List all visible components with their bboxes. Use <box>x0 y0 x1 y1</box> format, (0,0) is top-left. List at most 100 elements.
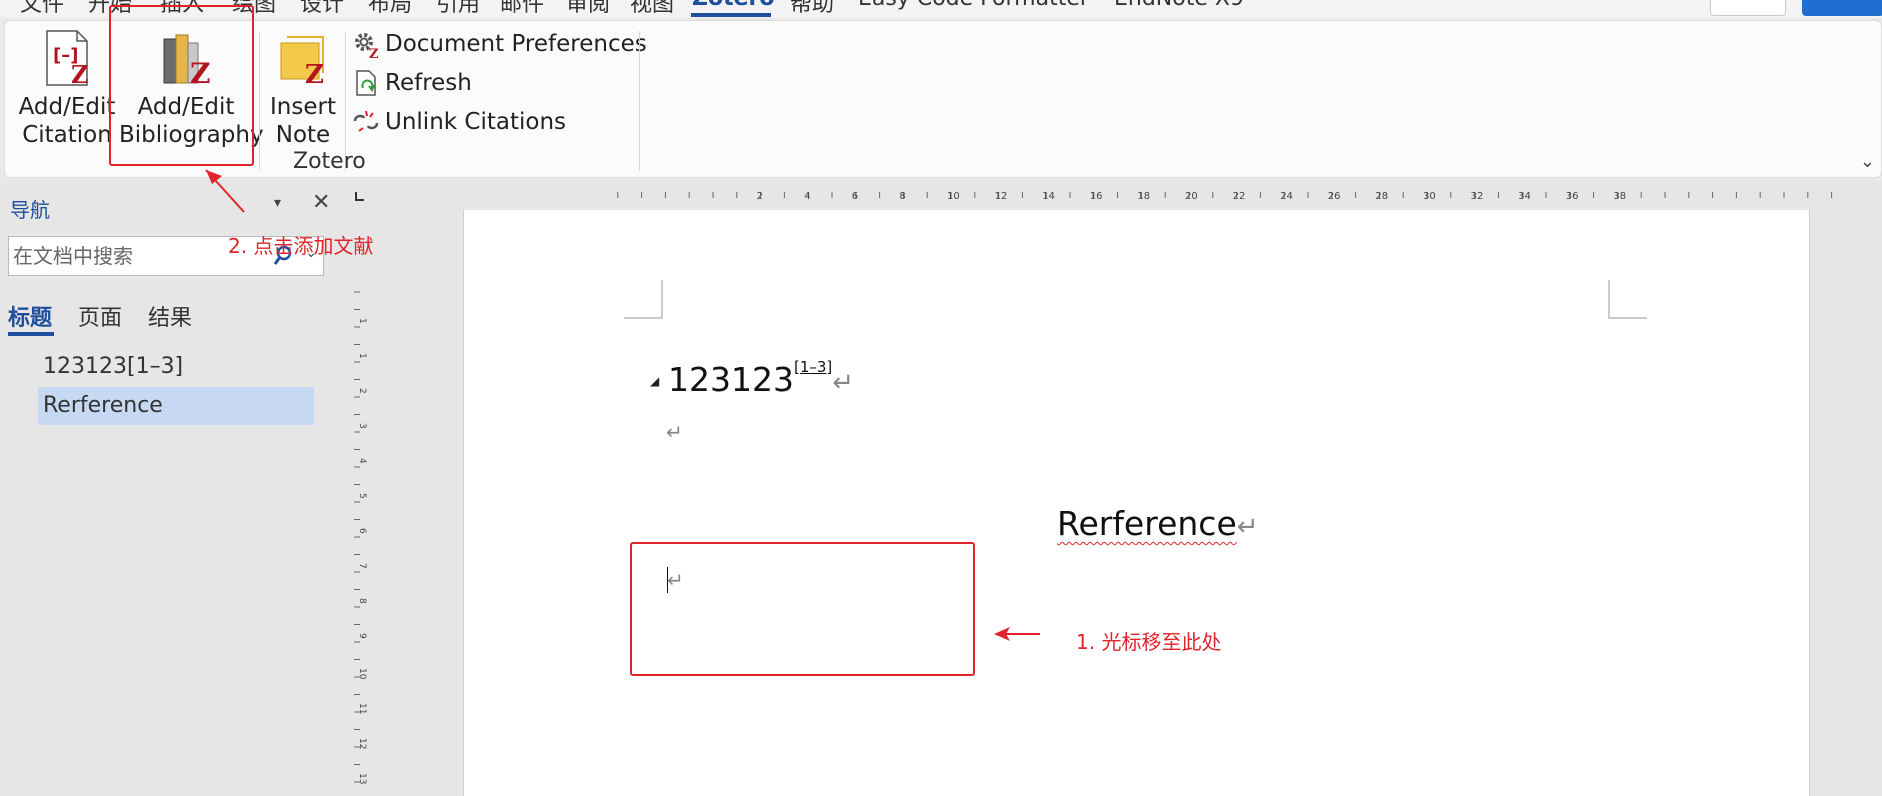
svg-text:Z: Z <box>305 60 324 87</box>
ribbon-tab[interactable]: 引用 <box>436 0 480 18</box>
ruler-label: 1 <box>357 318 367 324</box>
paragraph-mark: ↵ <box>1236 512 1259 542</box>
ruler-label: 20 <box>1185 191 1198 202</box>
nav-heading-item-selected[interactable]: Rerference <box>38 387 314 425</box>
zotero-ribbon: [–] Z Add/Edit Citation Z Add/Edit Bibli… <box>4 20 1882 178</box>
ruler-label: 3 <box>357 423 367 429</box>
collapse-ribbon-chevron-icon[interactable]: ⌄ <box>1860 151 1875 172</box>
ruler-label: 12 <box>357 738 367 749</box>
ruler-label: 10 <box>357 668 367 680</box>
document-area: 2 4 6 8 10 12 14 16 18 20 22 24 26 28 30 32 34 36 38 11234… <box>346 180 1882 796</box>
add-edit-citation-button[interactable]: [–] Z Add/Edit Citation <box>15 29 119 149</box>
ruler-label: 22 <box>1233 191 1246 202</box>
nav-tab-headings[interactable]: 标题 <box>8 300 52 332</box>
refresh-label: Refresh <box>385 70 472 96</box>
insert-note-label-2: Note <box>275 122 331 148</box>
reference-heading[interactable]: Rerference↵ <box>1057 504 1259 543</box>
unlink-icon <box>353 110 379 132</box>
insert-note-label-1: Insert <box>270 94 336 120</box>
nav-tab-results[interactable]: 结果 <box>148 300 192 332</box>
document-heading[interactable]: 123123[1–3]↵ <box>668 358 855 399</box>
svg-text:Z: Z <box>190 57 210 87</box>
ruler-label: 12 <box>995 191 1008 202</box>
ribbon-tab[interactable]: 开始 <box>88 0 132 18</box>
document-preferences-button[interactable]: Z Document Preferences <box>351 27 647 61</box>
annotation-arrow-up-left-icon <box>205 169 245 213</box>
cursor-paragraph-mark: ↵ <box>667 568 684 592</box>
nav-title: 导航 <box>10 198 50 222</box>
ruler-label: 8 <box>357 598 367 604</box>
document-preferences-label: Document Preferences <box>385 31 647 57</box>
ruler-label: 38 <box>1613 191 1626 202</box>
reference-heading-text: Rerference <box>1057 504 1237 543</box>
ribbon-tab[interactable]: Zotero <box>692 0 774 11</box>
ruler-label: 11 <box>357 703 367 714</box>
ruler-label: 34 <box>1518 191 1531 202</box>
navigation-pane: 导航 ▾ ✕ ⌄ 标题 页面 结果 123123[1–3] Rerference <box>0 180 346 796</box>
ribbon-tab[interactable]: 绘图 <box>232 0 276 18</box>
ruler-label: 10 <box>947 191 960 202</box>
ribbon-tab-strip: 文件 开始 插入 绘图 设计 布局 引用 邮件 审阅 视图 Zotero 帮助 Easy Code Fo… <box>0 0 1882 18</box>
ribbon-tab[interactable]: 文件 <box>20 0 64 18</box>
crop-mark-top-left <box>624 280 663 319</box>
ruler-label: 16 <box>1090 191 1103 202</box>
nav-tab-underline <box>8 332 54 336</box>
add-edit-bibliography-label-1: Add/Edit <box>137 94 235 120</box>
ruler-label: 8 <box>899 191 905 202</box>
ribbon-tab[interactable]: 审阅 <box>566 0 610 18</box>
close-icon[interactable]: ✕ <box>312 190 330 215</box>
ruler-label: 28 <box>1375 191 1388 202</box>
ruler-label: 30 <box>1423 191 1436 202</box>
unlink-citations-label: Unlink Citations <box>385 109 567 135</box>
insert-note-button[interactable]: Z Insert Note <box>265 29 341 149</box>
empty-paragraph-mark: ↵ <box>666 420 683 444</box>
add-edit-bibliography-button[interactable]: Z Add/Edit Bibliography <box>119 29 264 149</box>
ruler-label: 5 <box>357 493 367 499</box>
ruler-label: 36 <box>1566 191 1579 202</box>
refresh-icon <box>356 70 376 96</box>
document-page[interactable]: ◢ 123123[1–3]↵ ↵ Rerference↵ ↵ <box>463 210 1810 796</box>
ruler-label: 4 <box>804 191 810 202</box>
ribbon-tab[interactable]: 邮件 <box>500 0 544 18</box>
vertical-ruler[interactable]: 112345678910111213 <box>346 210 370 796</box>
paragraph-mark: ↵ <box>832 368 855 398</box>
nav-tab-pages[interactable]: 页面 <box>78 300 122 332</box>
tab-stop-selector-icon[interactable] <box>352 190 366 204</box>
ribbon-tab[interactable]: 设计 <box>300 0 344 18</box>
ruler-label: 14 <box>1042 191 1055 202</box>
ribbon-tab[interactable]: 插入 <box>160 0 204 18</box>
nav-options-dropdown-icon[interactable]: ▾ <box>274 195 281 211</box>
ribbon-tab[interactable]: 视图 <box>630 0 674 18</box>
note-icon: Z <box>280 36 324 87</box>
svg-text:Z: Z <box>71 60 89 87</box>
ribbon-group-label: Zotero <box>293 149 366 174</box>
annotation-step-1: 1. 光标移至此处 <box>1076 630 1222 654</box>
add-edit-citation-label-1: Add/Edit <box>18 94 116 120</box>
annotation-arrow-left-icon <box>994 627 1040 641</box>
nav-heading-item[interactable]: 123123[1–3] <box>38 348 314 386</box>
ruler-label: 1 <box>357 353 367 359</box>
add-edit-citation-label-2: Citation <box>22 122 112 148</box>
citation-icon: [–] Z <box>46 30 89 87</box>
horizontal-ruler[interactable]: 2 4 6 8 10 12 14 16 18 20 22 24 26 28 30 32 34 36 38 <box>463 184 1854 206</box>
ruler-label: 6 <box>852 191 858 202</box>
ribbon-tab[interactable]: 布局 <box>368 0 412 18</box>
ribbon-tab[interactable]: EndNote X9 <box>1114 0 1244 11</box>
ruler-label: 26 <box>1328 191 1341 202</box>
gear-icon: Z <box>355 33 379 59</box>
ruler-label: 2 <box>757 191 763 202</box>
ribbon-tab[interactable]: Easy Code Formatter <box>858 0 1089 11</box>
heading-collapse-triangle-icon[interactable]: ◢ <box>650 374 659 388</box>
text-cursor <box>667 567 668 593</box>
ruler-label: 6 <box>357 528 367 534</box>
ruler-label: 32 <box>1471 191 1484 202</box>
ruler-label: 7 <box>357 563 367 569</box>
ribbon-separator <box>639 31 640 171</box>
unlink-citations-button[interactable]: Unlink Citations <box>351 105 566 139</box>
refresh-button[interactable]: Refresh <box>351 66 472 100</box>
comments-button[interactable]: 批注 <box>1710 0 1786 16</box>
ribbon-tab[interactable]: 帮助 <box>790 0 834 18</box>
share-button[interactable]: 共享 <box>1802 0 1882 16</box>
ruler-label: 24 <box>1280 191 1293 202</box>
heading-citation[interactable]: [1–3] <box>794 358 832 376</box>
